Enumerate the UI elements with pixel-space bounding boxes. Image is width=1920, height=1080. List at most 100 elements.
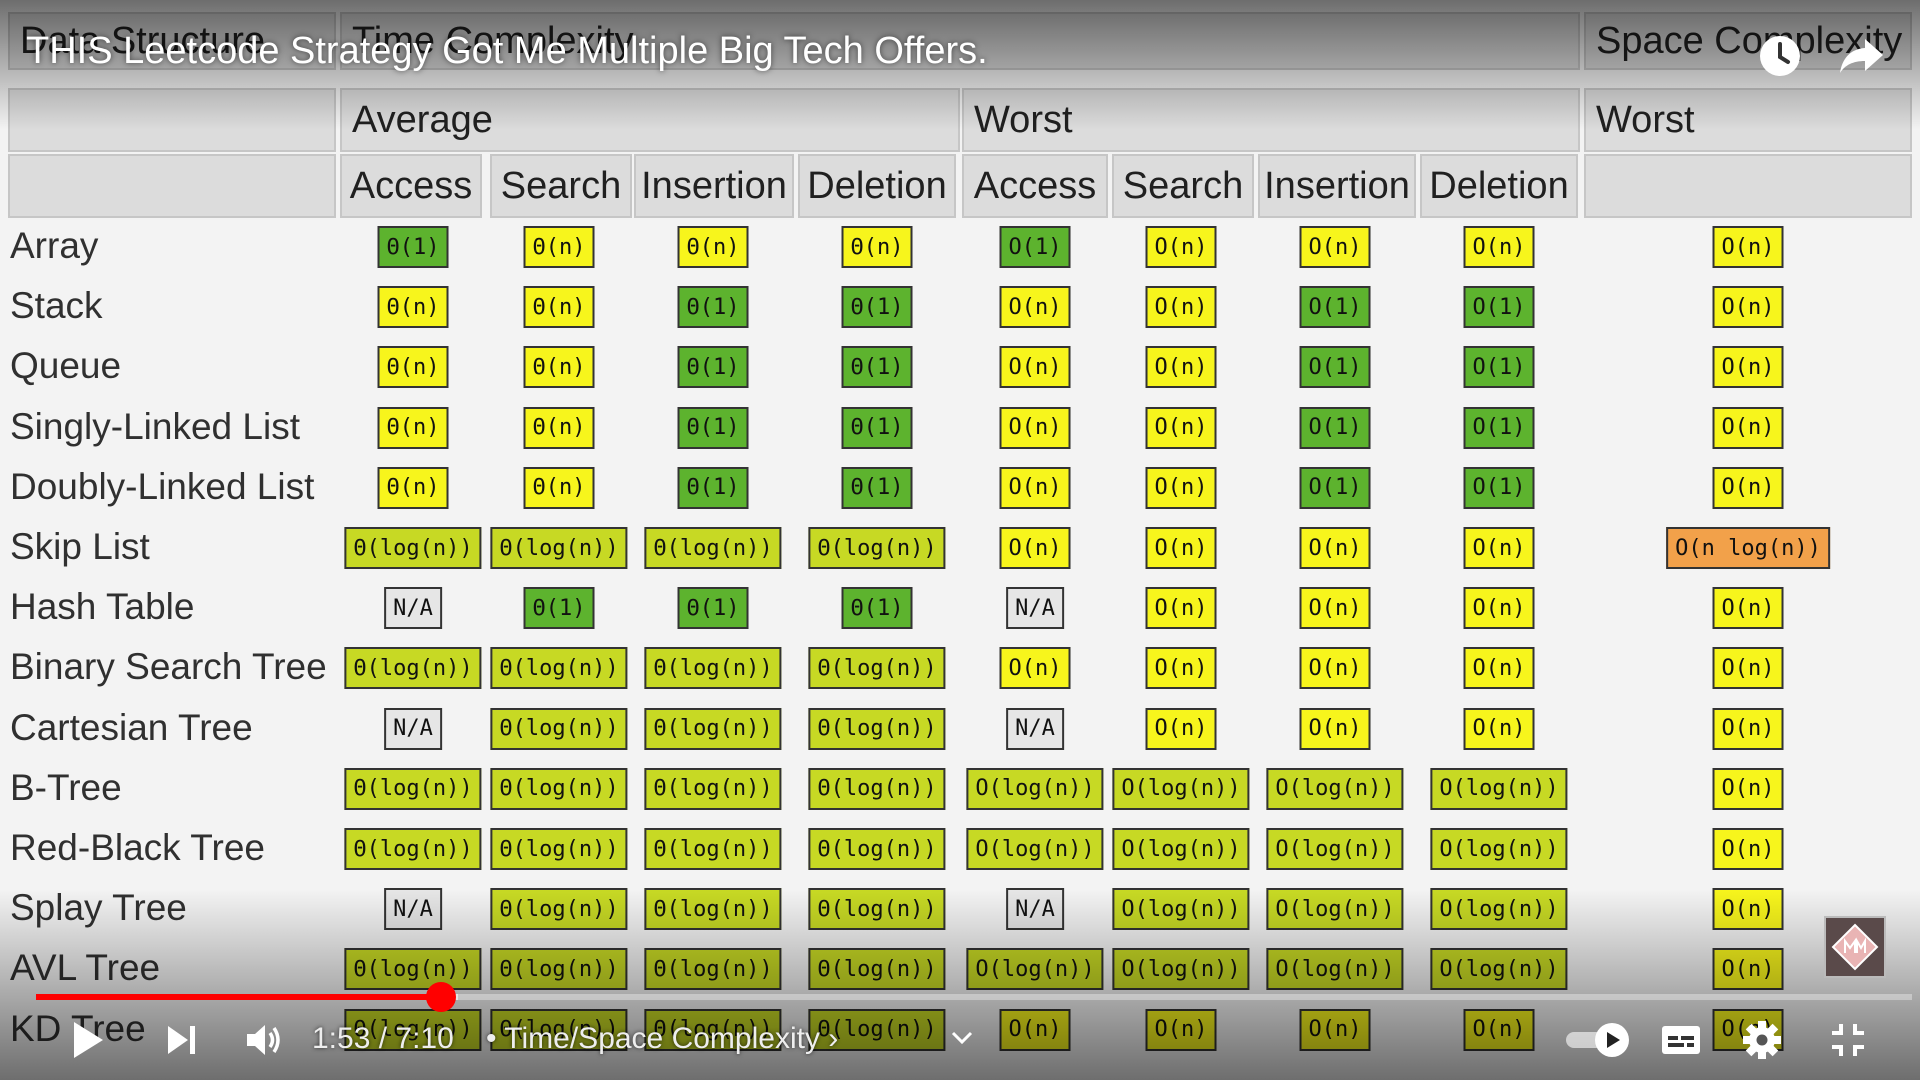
complexity-badge: Θ(log(n)) — [808, 888, 946, 931]
complexity-badge: N/A — [1006, 707, 1064, 750]
channel-logo-icon — [1831, 923, 1879, 971]
chapter-title[interactable]: • Time/Space Complexity › — [486, 1022, 838, 1056]
header-op-5: Search — [1112, 154, 1254, 218]
complexity-badge: N/A — [1006, 587, 1064, 630]
complexity-badge: O(log(n)) — [966, 767, 1104, 810]
complexity-badge: Θ(log(n)) — [644, 828, 782, 870]
header-op-1: Search — [490, 154, 632, 218]
complexity-badge: Θ(n) — [377, 286, 449, 329]
share-button[interactable] — [1834, 28, 1890, 84]
clock-icon — [1760, 36, 1800, 76]
complexity-badge: O(log(n)) — [1430, 828, 1568, 870]
complexity-badge: O(n) — [1712, 707, 1784, 750]
play-button[interactable] — [64, 1016, 112, 1064]
next-icon — [168, 1026, 195, 1054]
complexity-badge: O(n) — [1712, 406, 1784, 449]
autoplay-toggle[interactable] — [1564, 1016, 1634, 1064]
complexity-badge: O(n) — [1712, 587, 1784, 630]
complexity-badge: O(n) — [1463, 587, 1535, 630]
exit-fullscreen-button[interactable] — [1824, 1016, 1872, 1064]
complexity-badge: Θ(n) — [523, 406, 595, 449]
complexity-badge: O(n) — [1712, 888, 1784, 931]
complexity-badge: O(n) — [1712, 948, 1784, 991]
captions-icon — [1662, 1026, 1700, 1054]
progress-bar[interactable] — [36, 982, 1912, 1012]
row-label: Skip List — [10, 526, 150, 567]
complexity-badge: O(n) — [1712, 226, 1784, 268]
complexity-badge: Θ(1) — [841, 346, 913, 389]
exit-fullscreen-icon — [1832, 1024, 1864, 1056]
row-label: Hash Table — [10, 586, 195, 628]
complexity-badge: O(1) — [999, 226, 1071, 268]
header-op-6: Insertion — [1258, 154, 1416, 218]
complexity-badge: Θ(1) — [677, 466, 749, 509]
complexity-badge: Θ(n) — [377, 466, 449, 509]
complexity-badge: Θ(n) — [523, 466, 595, 509]
row-label: Queue — [10, 345, 122, 387]
complexity-badge: O(n) — [1145, 527, 1217, 569]
gear-icon — [1743, 1021, 1781, 1059]
complexity-badge: O(n) — [999, 466, 1071, 509]
complexity-badge: O(n) — [999, 527, 1071, 569]
complexity-badge: O(n) — [1712, 767, 1784, 810]
header-blank-3 — [8, 154, 336, 218]
complexity-badge: O(log(n)) — [1112, 888, 1250, 931]
complexity-badge: O(n) — [1299, 527, 1371, 569]
complexity-badge: Θ(1) — [841, 466, 913, 509]
complexity-badge: O(n) — [1463, 226, 1535, 268]
complexity-badge: Θ(log(n)) — [490, 527, 628, 569]
complexity-badge: N/A — [384, 587, 442, 630]
complexity-badge: Θ(1) — [677, 587, 749, 630]
complexity-badge: O(1) — [1463, 346, 1535, 389]
complexity-badge: Θ(n) — [677, 226, 749, 268]
settings-button[interactable] — [1738, 1016, 1786, 1064]
complexity-badge: O(log(n)) — [966, 828, 1104, 870]
complexity-badge: O(n) — [999, 406, 1071, 449]
chevron-down-button[interactable] — [944, 1014, 980, 1062]
progress-scrubber[interactable] — [426, 982, 457, 1012]
complexity-badge: O(n) — [1145, 1008, 1217, 1051]
row-label: Cartesian Tree — [10, 706, 253, 748]
complexity-badge: O(n) — [1145, 226, 1217, 268]
video-frame: Data Structure Time Complexity Space Com… — [0, 0, 1920, 1080]
complexity-badge: O(log(n)) — [1112, 767, 1250, 810]
header-op-0: Access — [340, 154, 482, 218]
header-average: Average — [340, 88, 960, 152]
complexity-badge: Θ(log(n)) — [808, 828, 946, 870]
complexity-badge: Θ(1) — [677, 286, 749, 329]
complexity-badge: O(1) — [1299, 346, 1371, 389]
channel-watermark[interactable] — [1824, 916, 1886, 978]
complexity-badge: Θ(1) — [677, 346, 749, 389]
complexity-badge: Θ(log(n)) — [344, 647, 482, 690]
captions-button[interactable] — [1658, 1016, 1704, 1064]
next-button[interactable] — [158, 1016, 206, 1064]
complexity-badge: O(n) — [999, 346, 1071, 389]
complexity-badge: Θ(log(n)) — [344, 527, 482, 569]
complexity-badge: Θ(1) — [841, 587, 913, 630]
complexity-badge: O(log(n)) — [1266, 828, 1404, 870]
complexity-badge: Θ(log(n)) — [644, 767, 782, 810]
watch-later-button[interactable] — [1752, 28, 1808, 84]
complexity-badge: Θ(n) — [841, 226, 913, 268]
complexity-badge: Θ(n) — [377, 406, 449, 449]
row-label: Stack — [10, 285, 103, 327]
volume-button[interactable] — [238, 1016, 290, 1064]
complexity-badge: O(n) — [1463, 527, 1535, 569]
video-title[interactable]: THIS Leetcode Strategy Got Me Multiple B… — [26, 30, 988, 73]
complexity-badge: Θ(n) — [377, 346, 449, 389]
complexity-badge: O(log(n)) — [1266, 888, 1404, 931]
complexity-badge: O(1) — [1299, 466, 1371, 509]
complexity-badge: O(n) — [1712, 466, 1784, 509]
complexity-badge: O(n) — [1145, 346, 1217, 389]
chevron-right-icon: › — [819, 1022, 839, 1055]
video-player[interactable]: Data Structure Time Complexity Space Com… — [0, 0, 1920, 1080]
header-op-8 — [1584, 154, 1912, 218]
play-icon — [74, 1022, 103, 1058]
complexity-badge: O(log(n)) — [1430, 948, 1568, 991]
complexity-badge: Θ(1) — [523, 587, 595, 630]
complexity-badge: O(n) — [999, 1008, 1071, 1051]
autoplay-toggle-icon — [1566, 1023, 1629, 1057]
complexity-badge: Θ(log(n)) — [490, 948, 628, 991]
complexity-badge: O(n) — [1299, 707, 1371, 750]
complexity-badge: O(n) — [1145, 647, 1217, 690]
